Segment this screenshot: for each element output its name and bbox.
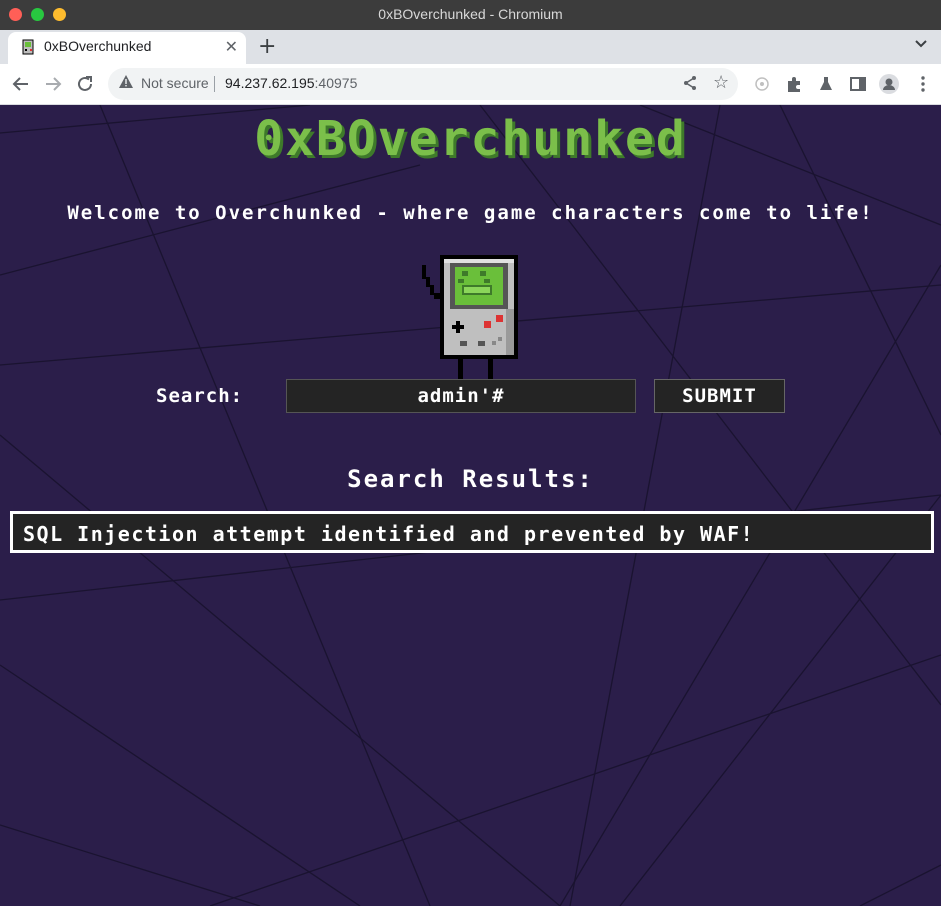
window-titlebar: 0xBOverchunked - Chromium (0, 0, 941, 30)
tab-close-icon[interactable]: ✕ (225, 37, 238, 56)
gameboy-mascot-icon (422, 255, 518, 379)
browser-tab[interactable]: 0xBOverchunked ✕ (8, 32, 246, 64)
url-host: 94.237.62.195 (225, 75, 315, 91)
page-viewport: 0xBOverchunked Welcome to Overchunked - … (0, 105, 941, 906)
tab-title: 0xBOverchunked (44, 38, 152, 54)
tab-search-chevron-icon[interactable] (914, 36, 928, 50)
forward-icon[interactable] (42, 73, 64, 95)
separator (214, 76, 215, 92)
search-label: Search: (156, 385, 244, 407)
reload-icon[interactable] (74, 73, 96, 95)
puzzle-icon[interactable] (784, 74, 804, 94)
menu-icon[interactable] (913, 74, 933, 94)
profile-icon[interactable] (879, 74, 899, 94)
url-text[interactable]: 94.237.62.195:40975 (225, 75, 357, 91)
flask-icon[interactable] (816, 74, 836, 94)
extension-icon[interactable] (752, 74, 772, 94)
results-title: Search Results: (347, 465, 594, 493)
back-icon[interactable] (10, 73, 32, 95)
new-tab-button[interactable]: + (258, 34, 276, 59)
address-bar[interactable]: Not secure 94.237.62.195:40975 ☆ (108, 68, 738, 100)
submit-button[interactable]: SUBMIT (654, 379, 785, 413)
share-icon[interactable] (681, 74, 699, 92)
welcome-text: Welcome to Overchunked - where game char… (67, 202, 874, 224)
gameboy-favicon-icon (22, 39, 34, 55)
star-icon[interactable]: ☆ (713, 72, 729, 93)
warning-icon[interactable] (118, 74, 134, 90)
site-logo: 0xBOverchunked (254, 111, 687, 167)
window-title: 0xBOverchunked - Chromium (378, 6, 563, 22)
result-box: SQL Injection attempt identified and pre… (10, 511, 934, 553)
search-input[interactable] (286, 379, 636, 413)
result-message: SQL Injection attempt identified and pre… (23, 522, 755, 546)
url-port: :40975 (314, 75, 358, 91)
background-lines (0, 105, 941, 906)
security-label[interactable]: Not secure (141, 75, 209, 91)
sidepanel-icon[interactable] (848, 74, 868, 94)
browser-toolbar: Not secure 94.237.62.195:40975 ☆ (0, 64, 941, 105)
